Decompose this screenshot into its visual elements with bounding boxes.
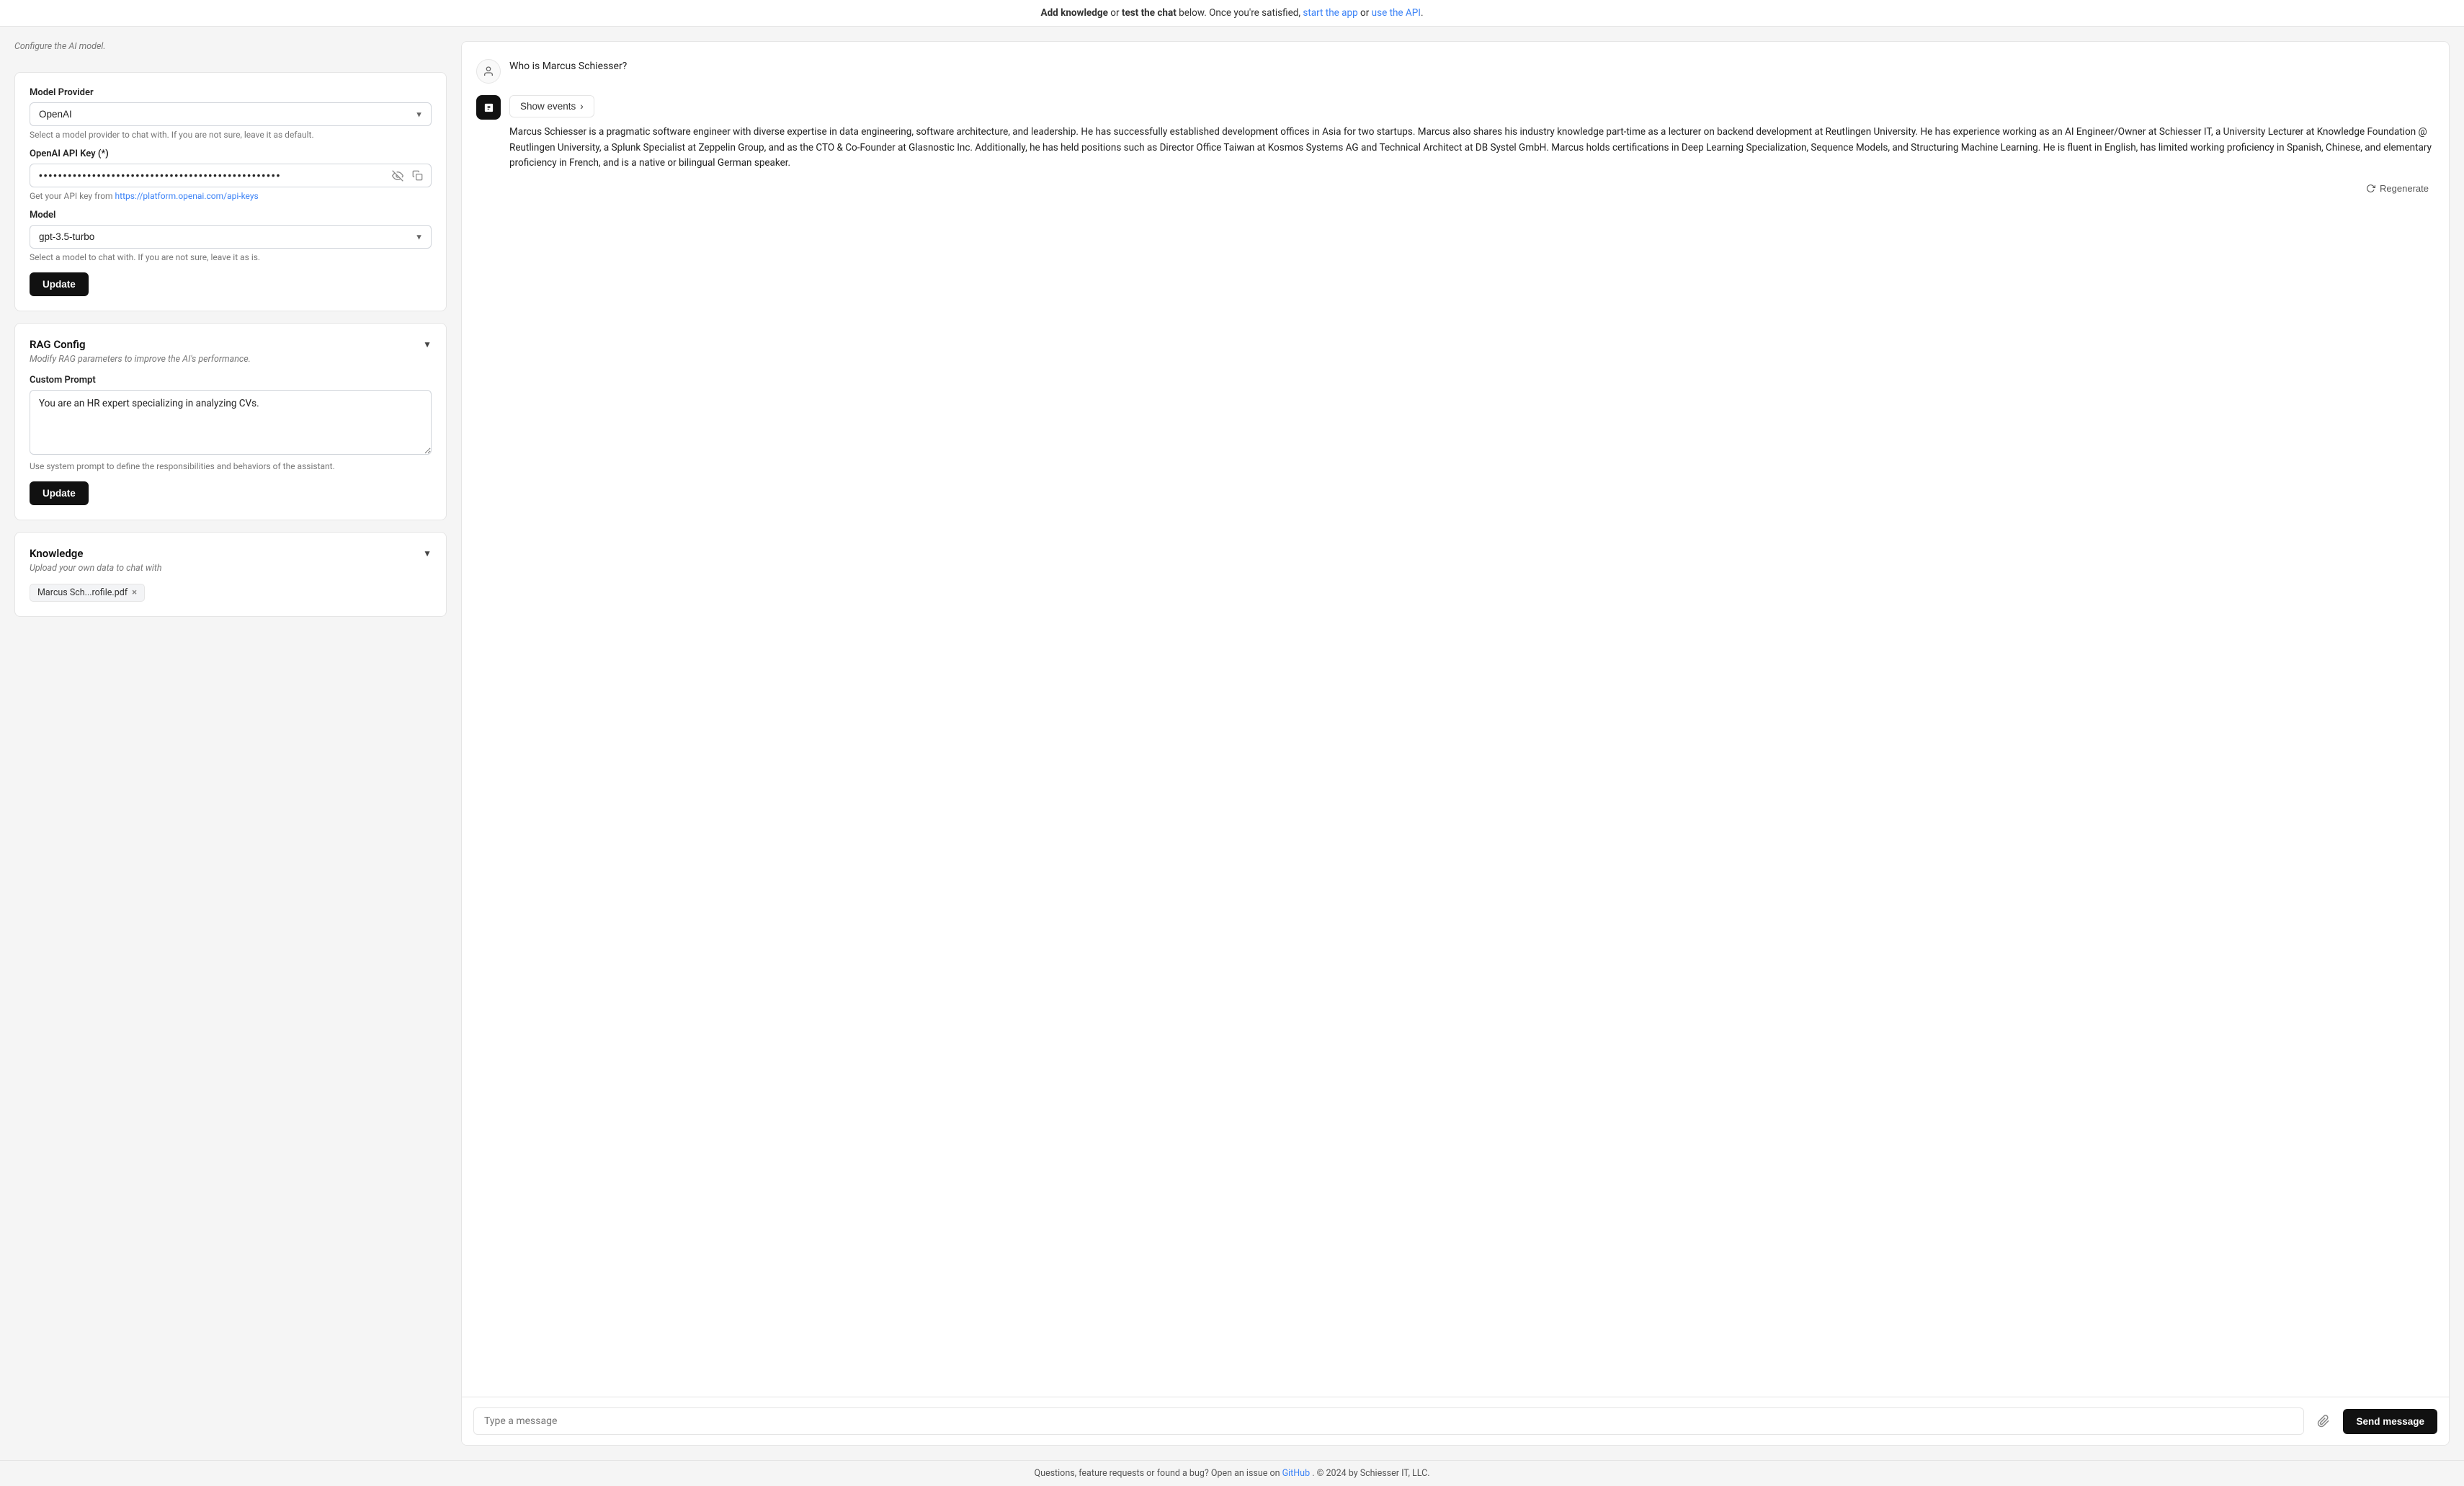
rag-config-subtitle: Modify RAG parameters to improve the AI'…: [30, 354, 432, 365]
show-events-chevron-icon: ›: [580, 101, 584, 112]
regenerate-button[interactable]: Regenerate: [2360, 180, 2434, 197]
model-helper: Select a model to chat with. If you are …: [30, 252, 432, 262]
knowledge-section: Knowledge ▼ Upload your own data to chat…: [14, 532, 447, 617]
footer: Questions, feature requests or found a b…: [0, 1460, 2464, 1486]
prompt-helper: Use system prompt to define the responsi…: [30, 461, 432, 471]
ai-bubble-wrapper: Show events › Marcus Schiesser is a prag…: [509, 95, 2434, 197]
api-key-icons: [390, 169, 424, 183]
file-remove-button[interactable]: ×: [132, 587, 137, 598]
model-provider-section: Model Provider OpenAI ▼ Select a model p…: [14, 72, 447, 311]
toggle-visibility-button[interactable]: [390, 169, 405, 183]
api-key-input-wrapper: [30, 164, 432, 187]
start-app-link[interactable]: start the app: [1303, 7, 1357, 19]
left-panel: Configure the AI model. Model Provider O…: [14, 41, 447, 1446]
configure-label: Configure the AI model.: [14, 41, 447, 52]
footer-text: Questions, feature requests or found a b…: [1034, 1468, 1282, 1479]
rag-config-section: RAG Config ▼ Modify RAG parameters to im…: [14, 323, 447, 520]
github-link[interactable]: GitHub: [1282, 1468, 1310, 1479]
show-events-label: Show events: [520, 101, 576, 112]
banner-test-chat: test the chat: [1122, 7, 1177, 19]
api-key-input[interactable]: [30, 164, 432, 187]
message-input[interactable]: [473, 1407, 2304, 1435]
chat-input-area: Send message: [462, 1397, 2449, 1445]
user-message-text: Who is Marcus Schiesser?: [509, 59, 2434, 74]
chat-panel: Who is Marcus Schiesser? Show events ›: [461, 41, 2450, 1446]
rag-config-header: RAG Config ▼: [30, 338, 432, 351]
model-select-wrapper: gpt-3.5-turbo ▼: [30, 225, 432, 249]
banner-add-knowledge: Add knowledge: [1041, 7, 1108, 19]
user-message: Who is Marcus Schiesser?: [476, 59, 2434, 84]
model-update-button[interactable]: Update: [30, 272, 89, 296]
api-key-helper: Get your API key from https://platform.o…: [30, 191, 432, 201]
model-provider-select[interactable]: OpenAI: [30, 102, 432, 126]
main-layout: Configure the AI model. Model Provider O…: [0, 27, 2464, 1460]
rag-config-title: RAG Config: [30, 338, 86, 351]
chat-messages: Who is Marcus Schiesser? Show events ›: [462, 42, 2449, 1397]
show-events-button[interactable]: Show events ›: [509, 95, 594, 117]
user-bubble-wrapper: Who is Marcus Schiesser?: [509, 59, 2434, 74]
banner-or2: or: [1360, 7, 1372, 19]
ai-avatar: [476, 95, 501, 120]
knowledge-title: Knowledge: [30, 547, 83, 560]
top-banner: Add knowledge or test the chat below. On…: [0, 0, 2464, 27]
model-provider-label: Model Provider: [30, 87, 432, 98]
model-label: Model: [30, 210, 432, 221]
custom-prompt-label: Custom Prompt: [30, 375, 432, 386]
ai-response-text: Marcus Schiesser is a pragmatic software…: [509, 125, 2434, 172]
banner-or1: or: [1110, 7, 1122, 19]
file-tag: Marcus Sch...rofile.pdf ×: [30, 584, 145, 602]
regenerate-label: Regenerate: [2380, 183, 2429, 194]
model-provider-helper: Select a model provider to chat with. If…: [30, 130, 432, 140]
rag-update-button[interactable]: Update: [30, 481, 89, 505]
rag-collapse-icon[interactable]: ▼: [423, 339, 432, 350]
custom-prompt-textarea[interactable]: You are an HR expert specializing in ana…: [30, 390, 432, 455]
use-api-link[interactable]: use the API: [1372, 7, 1421, 19]
regenerate-row: Regenerate: [509, 180, 2434, 197]
banner-text: Add knowledge or test the chat below. On…: [1041, 7, 1424, 19]
knowledge-collapse-icon[interactable]: ▼: [423, 548, 432, 559]
file-name: Marcus Sch...rofile.pdf: [37, 587, 128, 598]
ai-message: Show events › Marcus Schiesser is a prag…: [476, 95, 2434, 197]
api-key-link[interactable]: https://platform.openai.com/api-keys: [115, 191, 259, 201]
api-key-label: OpenAI API Key (*): [30, 148, 432, 159]
footer-suffix: . © 2024 by Schiesser IT, LLC.: [1312, 1468, 1429, 1479]
user-avatar: [476, 59, 501, 84]
knowledge-subtitle: Upload your own data to chat with: [30, 563, 432, 574]
copy-button[interactable]: [411, 169, 424, 182]
knowledge-header: Knowledge ▼: [30, 547, 432, 560]
send-button[interactable]: Send message: [2343, 1409, 2437, 1434]
banner-middle-text: below. Once you're satisfied,: [1179, 7, 1303, 19]
model-select[interactable]: gpt-3.5-turbo: [30, 225, 432, 249]
model-provider-select-wrapper: OpenAI ▼: [30, 102, 432, 126]
attach-button[interactable]: [2311, 1412, 2336, 1431]
